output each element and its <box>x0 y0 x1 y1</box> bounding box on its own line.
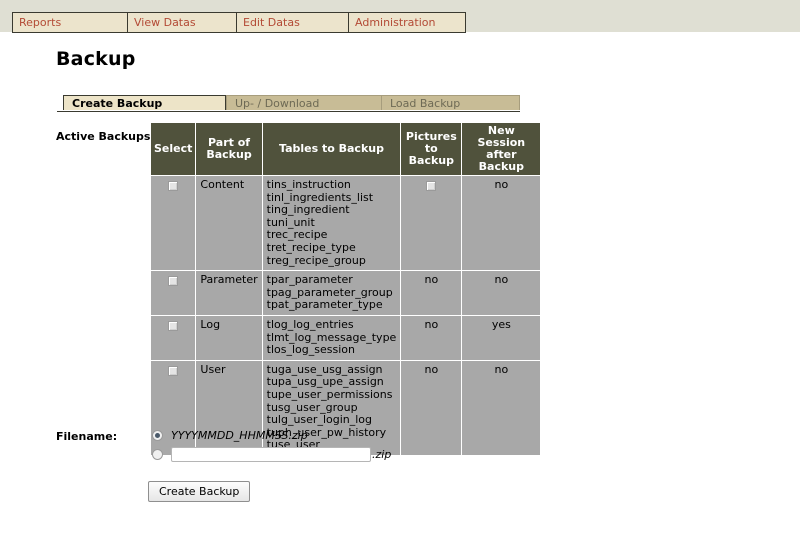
active-backups-label: Active Backups: <box>56 130 155 143</box>
filename-auto-radio[interactable] <box>152 430 163 441</box>
filename-custom-row: .zip <box>152 447 391 462</box>
create-backup-button[interactable]: Create Backup <box>148 481 251 502</box>
menu-item-administration[interactable]: Administration <box>349 13 466 33</box>
table-name-list: tpar_parameter tpag_parameter_group tpat_p… <box>267 274 397 312</box>
table-name-item: tins_instruction <box>266 178 351 191</box>
table-name-item: tulg_user_login_log <box>266 413 373 427</box>
menu-item-view-datas[interactable]: View Datas <box>127 12 237 33</box>
column-header-part-line2: Backup <box>206 148 252 161</box>
cell-pictures-to-backup: no <box>401 360 462 455</box>
table-name-item: tpat_parameter_type <box>266 298 383 312</box>
table-name-item: tpar_parameter <box>266 273 353 287</box>
tab-bar: Create Backup Up- / Download Load Backup <box>57 95 520 112</box>
cell-new-session-after-backup: yes <box>462 315 541 360</box>
cell-select <box>151 176 196 271</box>
filename-custom-radio[interactable] <box>152 449 163 460</box>
table-name-list: tlog_log_entries tlmt_log_message_type tlo… <box>266 317 397 357</box>
cell-part-of-backup: Content <box>196 176 262 271</box>
cell-pictures-to-backup: no <box>401 271 462 315</box>
cell-part-of-backup: Log <box>196 315 262 360</box>
select-checkbox[interactable] <box>168 276 179 287</box>
tab-load-backup[interactable]: Load Backup <box>381 95 520 110</box>
cell-part-of-backup: Parameter <box>196 271 262 315</box>
table-row: Log tlog_log_entries tlmt_log_message_type… <box>151 315 541 360</box>
table-header: Select Part of Backup Tables to Backup P… <box>151 123 541 175</box>
page-title: Backup <box>56 48 136 70</box>
column-header-session-line1: New Session <box>477 124 526 149</box>
select-checkbox[interactable] <box>168 181 179 191</box>
table-name-item: tret_recipe_type <box>266 240 356 254</box>
cell-new-session-after-backup: no <box>462 360 541 455</box>
cell-new-session-after-backup: no <box>462 176 541 271</box>
table-name-item: treg_recipe_group <box>266 253 366 267</box>
table-name-item: ting_ingredient <box>266 203 350 217</box>
select-checkbox[interactable] <box>168 365 179 376</box>
table-name-list: tins_instruction tinl_ingredients_list tin… <box>266 178 397 267</box>
select-checkbox[interactable] <box>168 320 179 331</box>
table-body: Content tins_instruction tinl_ingredients_… <box>151 176 541 455</box>
table-name-item: tupe_user_permissions <box>266 387 393 401</box>
cell-tables-to-backup: tins_instruction tinl_ingredients_list tin… <box>262 176 401 271</box>
cell-tables-to-backup: tpar_parameter tpag_parameter_group tpat_p… <box>262 271 401 315</box>
tab-up-download[interactable]: Up- / Download <box>226 95 381 110</box>
filename-label: Filename: <box>56 430 118 443</box>
column-header-part-of-backup: Part of Backup <box>196 123 262 175</box>
main-navigation-menu: Reports View Datas Edit Datas Administra… <box>12 12 466 33</box>
cell-select <box>151 315 196 360</box>
column-header-tables-line1: Tables to Backup <box>278 142 384 155</box>
column-header-session-line2: after Backup <box>478 148 524 173</box>
menu-item-edit-datas[interactable]: Edit Datas <box>236 12 349 33</box>
table-name-item: tlos_log_session <box>266 343 355 357</box>
filename-auto-row: YYYYMMDD_HHMMSS.zip <box>152 429 308 442</box>
cell-new-session-after-backup: no <box>462 271 541 315</box>
table-row: Content tins_instruction tinl_ingredients_… <box>151 176 541 271</box>
menu-item-reports[interactable]: Reports <box>12 12 128 33</box>
column-header-pictures-line2: to Backup <box>408 142 454 167</box>
table-row: Parameter tpar_parameter tpag_parameter_gr… <box>151 271 541 315</box>
column-header-tables-to-backup: Tables to Backup <box>262 123 401 175</box>
tab-create-backup[interactable]: Create Backup <box>63 95 226 110</box>
cell-pictures-to-backup <box>401 176 462 271</box>
column-header-select: Select <box>151 123 196 175</box>
table-name-item: tlog_log_entries <box>266 317 354 331</box>
menu-row: Reports View Datas Edit Datas Administra… <box>12 12 466 33</box>
column-header-select-line1: Select <box>154 142 193 155</box>
filename-custom-input[interactable] <box>171 447 371 462</box>
pictures-checkbox[interactable] <box>426 181 437 191</box>
cell-tables-to-backup: tlog_log_entries tlmt_log_message_type tlo… <box>262 315 401 360</box>
column-header-pictures-to-backup: Pictures to Backup <box>401 123 462 175</box>
filename-zip-suffix: .zip <box>372 448 392 461</box>
cell-select <box>151 271 196 315</box>
cell-pictures-to-backup: no <box>401 315 462 360</box>
filename-auto-pattern: YYYYMMDD_HHMMSS.zip <box>171 429 308 442</box>
table-header-row: Select Part of Backup Tables to Backup P… <box>151 123 541 175</box>
column-header-new-session-after-backup: New Session after Backup <box>462 123 541 175</box>
active-backups-table: Select Part of Backup Tables to Backup P… <box>150 122 542 456</box>
top-menu-bar: Reports View Datas Edit Datas Administra… <box>0 0 800 33</box>
